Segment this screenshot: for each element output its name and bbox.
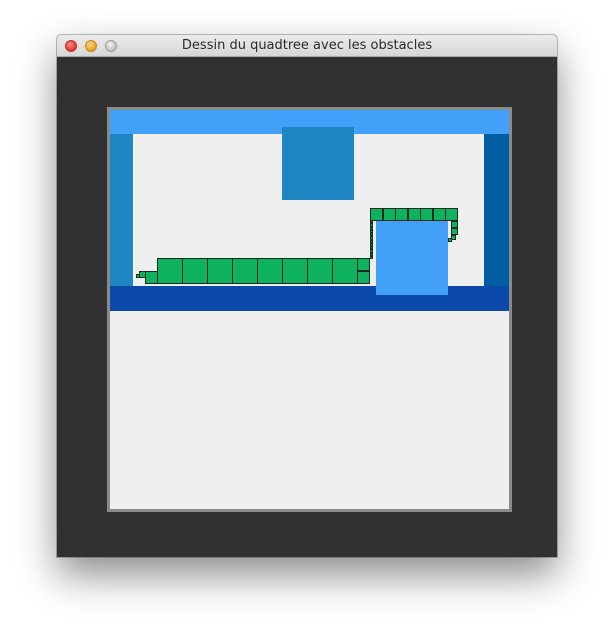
quadtree-cell: [407, 208, 421, 221]
quadtree-cell: [432, 208, 446, 221]
window-title: Dessin du quadtree avec les obstacles: [181, 38, 433, 53]
quadtree-cell: [307, 258, 333, 284]
quadtree-cell: [357, 258, 370, 271]
quadtree-cell: [136, 274, 140, 278]
quadtree-cell: [139, 271, 146, 278]
quadtree-cell: [182, 258, 208, 284]
quadtree-cell: [420, 208, 433, 221]
quadtree-cell: [207, 258, 233, 284]
obstacle-bottom: [110, 286, 509, 311]
obstacle-right: [484, 134, 509, 286]
quadtree-cell: [370, 208, 383, 221]
quadtree-canvas: [110, 110, 509, 509]
app-window: Dessin du quadtree avec les obstacles: [57, 35, 557, 557]
quadtree-cell: [395, 208, 408, 221]
quadtree-cell: [332, 258, 358, 284]
quadtree-cell: [382, 208, 396, 221]
obstacle-block-upper: [282, 127, 354, 200]
obstacle-block-lower: [376, 221, 448, 295]
drawing-frame: [107, 107, 512, 512]
quadtree-cell: [451, 228, 458, 235]
quadtree-cell: [282, 258, 308, 284]
quadtree-cell: [370, 255, 373, 259]
obstacle-left: [110, 134, 133, 286]
quadtree-cell: [257, 258, 283, 284]
quadtree-cell: [445, 208, 458, 221]
quadtree-cell: [451, 221, 458, 228]
quadtree-cell: [157, 258, 183, 284]
quadtree-cell: [448, 238, 452, 242]
quadtree-cell: [145, 271, 158, 284]
quadtree-cell: [232, 258, 258, 284]
title-bar[interactable]: Dessin du quadtree avec les obstacles: [57, 35, 557, 57]
quadtree-cell: [357, 271, 370, 284]
